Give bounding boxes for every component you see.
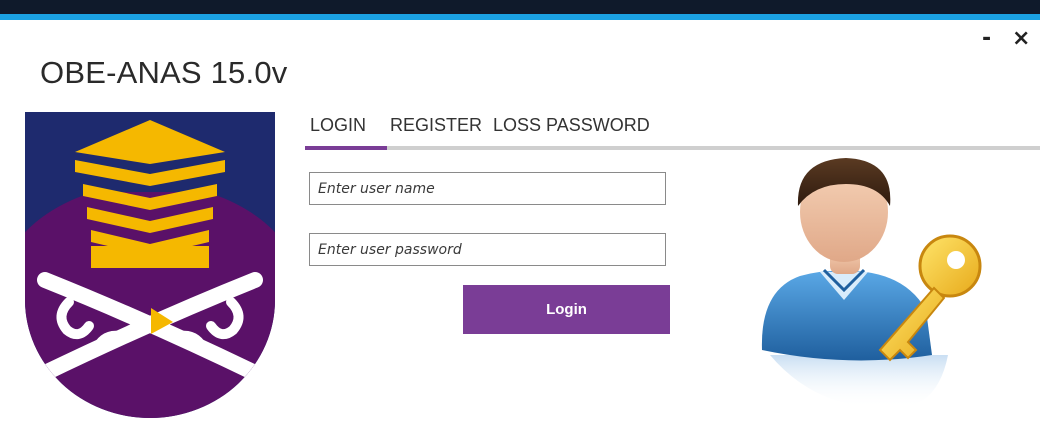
- tab-register[interactable]: REGISTER: [390, 115, 482, 136]
- accent-strip: [0, 14, 1040, 20]
- minimize-button[interactable]: -: [982, 26, 991, 51]
- username-input[interactable]: [309, 172, 666, 205]
- password-input[interactable]: [309, 233, 666, 266]
- title-strip: [0, 0, 1040, 14]
- user-key-icon: [761, 158, 982, 409]
- tab-loss-password[interactable]: LOSS PASSWORD: [493, 115, 650, 136]
- tab-login[interactable]: LOGIN: [310, 115, 366, 136]
- university-crest-logo: [25, 112, 275, 418]
- active-tab-indicator: [305, 146, 387, 150]
- app-title: OBE-ANAS 15.0v: [40, 55, 288, 90]
- window-top-border: [0, 0, 1040, 20]
- close-button[interactable]: ×: [1012, 26, 1030, 51]
- login-button[interactable]: Login: [463, 285, 670, 334]
